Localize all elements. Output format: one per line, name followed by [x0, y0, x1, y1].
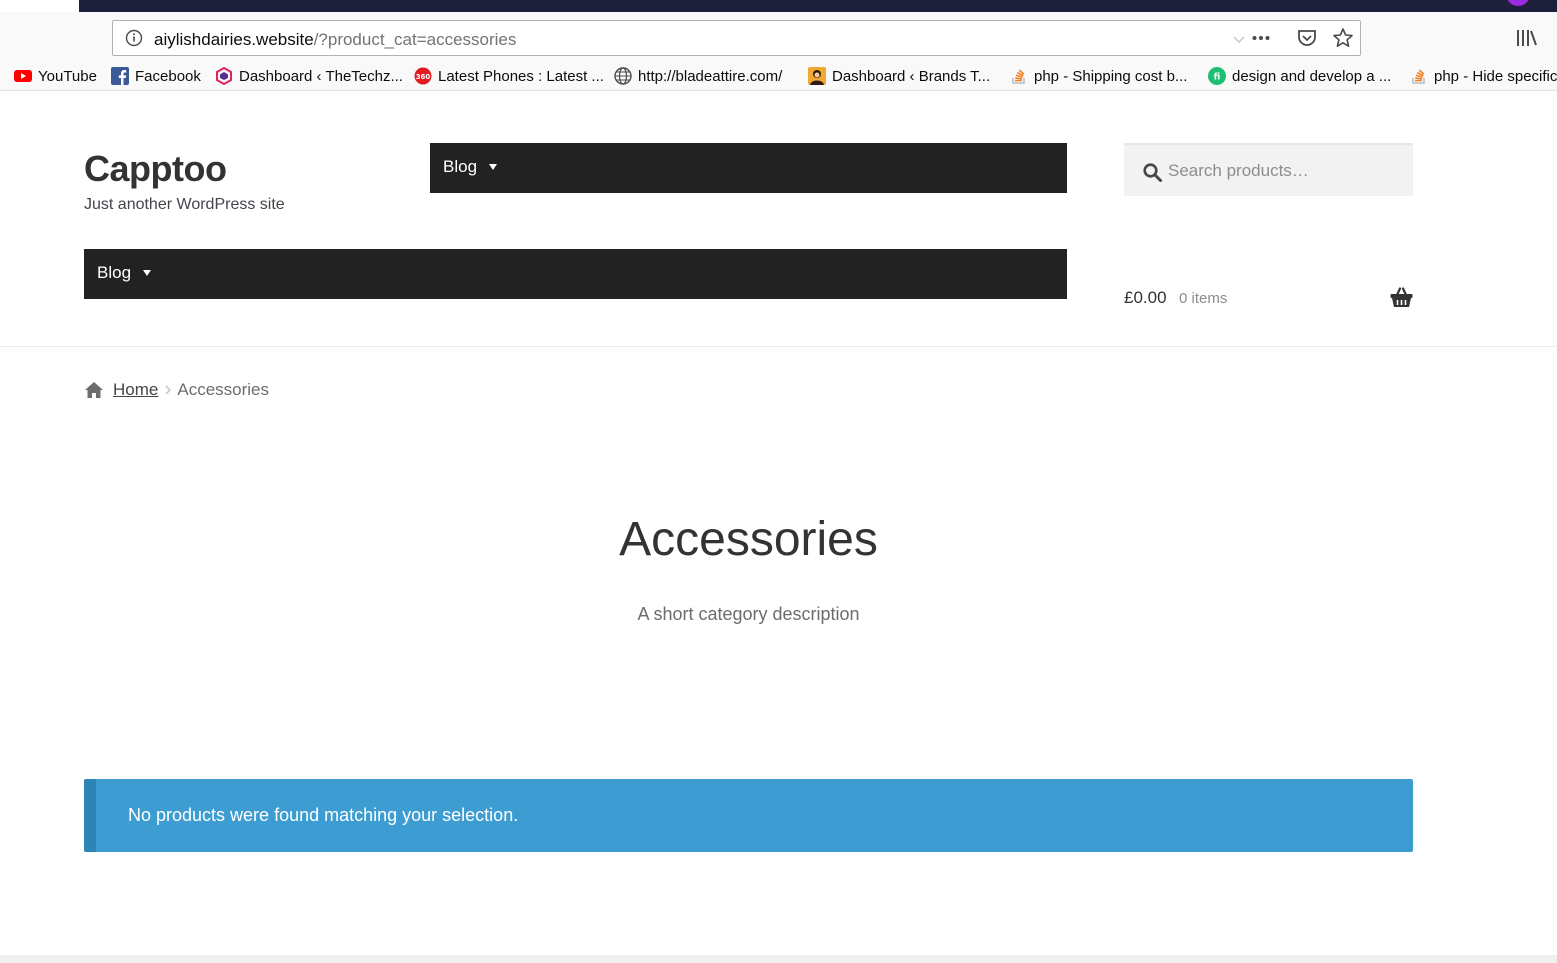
bookmark-facebook[interactable]: Facebook: [111, 66, 201, 86]
hexagon-logo-icon: [216, 67, 232, 85]
primary-navigation: Blog: [84, 249, 1067, 299]
bookmark-label: Dashboard ‹ TheTechz...: [239, 67, 403, 85]
info-icon[interactable]: [125, 29, 143, 47]
breadcrumb: Home Accessories: [84, 379, 269, 401]
footer-strip: [0, 955, 1557, 963]
caret-down-icon: [143, 270, 152, 276]
bookmark-youtube[interactable]: YouTube: [14, 66, 97, 86]
secondary-navigation: Blog: [430, 143, 1067, 193]
bookmark-label: Latest Phones : Latest ...: [438, 67, 604, 85]
bookmarks-toolbar: YouTube Facebook Dashboard ‹ TheTechz...…: [0, 62, 1557, 91]
bookmark-latest-phones[interactable]: 360 Latest Phones : Latest ...: [414, 66, 604, 86]
nav-item-blog[interactable]: Blog: [97, 263, 152, 283]
chevron-right-icon: [165, 385, 172, 395]
nav-item-blog[interactable]: Blog: [443, 157, 498, 177]
360-logo-icon: 360: [414, 67, 432, 85]
nav-item-label: Blog: [443, 157, 478, 176]
svg-text:fi: fi: [1214, 73, 1221, 83]
bookmark-dashboard-brands[interactable]: Dashboard ‹ Brands T...: [808, 66, 990, 86]
avatar-icon: [808, 67, 826, 85]
url-text[interactable]: aiylishdairies.website/?product_cat=acce…: [154, 30, 516, 50]
address-bar[interactable]: aiylishdairies.website/?product_cat=acce…: [112, 20, 1361, 56]
browser-titlebar: [0, 0, 1557, 12]
library-icon[interactable]: [1516, 28, 1538, 48]
cart-amount: £0.00: [1124, 288, 1167, 307]
bookmark-label: Facebook: [135, 67, 201, 85]
nav-item-label: Blog: [97, 263, 132, 282]
search-input[interactable]: [1168, 158, 1398, 184]
caret-down-icon: [489, 164, 498, 170]
breadcrumb-home-link[interactable]: Home: [113, 380, 158, 400]
bookmark-label: YouTube: [38, 67, 97, 85]
url-path: /?product_cat=accessories: [313, 30, 517, 49]
bookmark-label: php - Hide specific: [1434, 67, 1557, 85]
stackoverflow-icon: [1412, 69, 1425, 84]
url-host: aiylishdairies.website: [154, 30, 314, 49]
site-description: Just another WordPress site: [84, 196, 285, 213]
bookmark-label: http://bladeattire.com/: [638, 67, 783, 85]
breadcrumb-current: Accessories: [177, 380, 269, 399]
basket-icon[interactable]: [1390, 287, 1413, 308]
bookmark-label: php - Shipping cost b...: [1034, 67, 1188, 85]
category-description: A short category description: [637, 604, 860, 624]
browser-toolbar: aiylishdairies.website/?product_cat=acce…: [0, 12, 1557, 62]
pocket-icon[interactable]: [1296, 27, 1318, 49]
youtube-icon: [14, 70, 32, 82]
fiverr-icon: fi: [1208, 67, 1226, 85]
home-icon: [85, 382, 103, 398]
bookmark-php-hide-specific[interactable]: php - Hide specific: [1410, 66, 1557, 86]
header-divider: [0, 346, 1557, 347]
bookmark-bladeattire[interactable]: http://bladeattire.com/: [614, 66, 782, 86]
site-title[interactable]: Capptoo: [84, 148, 227, 190]
chevron-down-icon[interactable]: [1230, 30, 1248, 48]
product-search: [1124, 143, 1413, 196]
cart-count: 0 items: [1179, 290, 1228, 307]
page-title: Accessories: [619, 513, 878, 566]
titlebar-background: [79, 0, 1557, 12]
notice-message: No products were found matching your sel…: [128, 805, 519, 825]
bookmark-label: Dashboard ‹ Brands T...: [832, 67, 991, 85]
bookmark-dashboard-thetechz[interactable]: Dashboard ‹ TheTechz...: [215, 66, 403, 86]
star-icon[interactable]: [1332, 27, 1354, 49]
bookmark-php-shipping-cost[interactable]: php - Shipping cost b...: [1010, 66, 1187, 86]
svg-text:360: 360: [416, 73, 431, 81]
stackoverflow-icon: [1012, 69, 1025, 84]
header-cart[interactable]: £0.00 0 items: [1124, 287, 1413, 313]
globe-icon: [614, 67, 632, 85]
bookmark-design-and-develop[interactable]: fi design and develop a ...: [1208, 66, 1391, 86]
more-icon[interactable]: [1251, 28, 1271, 48]
bookmark-label: design and develop a ...: [1232, 67, 1392, 85]
facebook-icon: [111, 67, 129, 85]
search-icon: [1143, 163, 1162, 182]
info-notice: No products were found matching your sel…: [84, 779, 1413, 852]
